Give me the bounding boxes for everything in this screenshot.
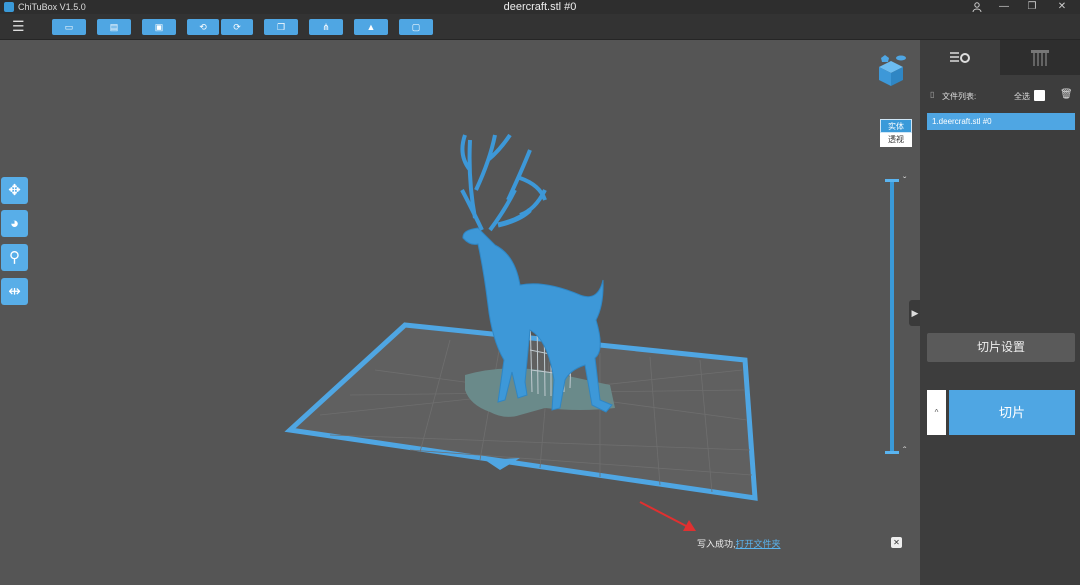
slice-button[interactable]: 切片 <box>949 390 1075 435</box>
solid-view-button[interactable]: 实体 <box>880 119 912 133</box>
support-icon[interactable]: ⋔ <box>309 19 343 35</box>
open-file-icon[interactable]: ▭ <box>52 19 86 35</box>
user-icon[interactable] <box>963 0 991 14</box>
annotation-arrow <box>639 501 696 531</box>
tab-supports[interactable] <box>1000 40 1080 75</box>
file-list-label: 文件列表: <box>942 92 977 101</box>
rotate-icon[interactable]: ◕ <box>1 210 28 237</box>
copy-icon[interactable]: ❐ <box>264 19 298 35</box>
status-text: 写入成功, <box>697 539 736 549</box>
layer-slider[interactable] <box>890 180 894 452</box>
settings-list-icon <box>950 52 970 63</box>
import-icon[interactable]: ▣ <box>142 19 176 35</box>
file-list-item[interactable]: 1.deercraft.stl #0 <box>927 113 1075 130</box>
tab-settings[interactable] <box>920 40 1000 75</box>
save-icon[interactable]: ▤ <box>97 19 131 35</box>
document-title: deercraft.stl #0 <box>503 1 577 13</box>
chevron-down-icon[interactable]: ˇ <box>903 176 906 187</box>
open-folder-link[interactable]: 打开文件夹 <box>736 539 781 549</box>
mirror-icon[interactable]: ⇹ <box>1 278 28 305</box>
layer-slider-bottom-handle[interactable] <box>885 451 899 454</box>
select-all-label: 全选 <box>1014 92 1030 101</box>
build-plate-scene <box>284 133 758 531</box>
plate-icon[interactable]: ▢ <box>399 19 433 35</box>
slice-settings-button[interactable]: 切片设置 <box>927 333 1075 362</box>
title-bar: ChiTuBox V1.5.0 deercraft.stl #0 — ❐ ✕ <box>0 0 1080 14</box>
transparent-view-button[interactable]: 透视 <box>880 133 912 147</box>
select-all-checkbox[interactable] <box>1034 90 1045 101</box>
trash-icon[interactable]: 🗑 <box>1060 89 1073 100</box>
chevron-up-icon[interactable]: ˆ <box>903 446 906 457</box>
menu-icon[interactable]: ☰ <box>12 19 26 33</box>
close-button[interactable]: ✕ <box>1048 0 1076 14</box>
file-icon: ▯ <box>930 90 935 99</box>
toolbar: ☰ ▭ ▤ ▣ ⟲ ⟳ ❐ ⋔ ▲ ▢ <box>0 14 1080 40</box>
restore-button[interactable]: ❐ <box>1018 0 1046 14</box>
move-icon[interactable]: ✥ <box>1 177 28 204</box>
scale-icon[interactable]: ⚲ <box>1 244 28 271</box>
redo-icon[interactable]: ⟳ <box>221 19 253 35</box>
view-cube-icon[interactable] <box>875 55 907 87</box>
slice-options-button[interactable]: ^ <box>927 390 946 435</box>
undo-icon[interactable]: ⟲ <box>187 19 219 35</box>
status-close-icon[interactable]: ✕ <box>891 537 902 548</box>
layer-slider-top-handle[interactable] <box>885 179 899 182</box>
hollow-icon[interactable]: ▲ <box>354 19 388 35</box>
support-pillar-icon <box>1031 50 1049 66</box>
minimize-button[interactable]: — <box>990 0 1018 14</box>
file-list-header: ▯ 文件列表: 全选 🗑 <box>930 89 1073 104</box>
status-message: 写入成功,打开文件夹 <box>697 537 781 550</box>
